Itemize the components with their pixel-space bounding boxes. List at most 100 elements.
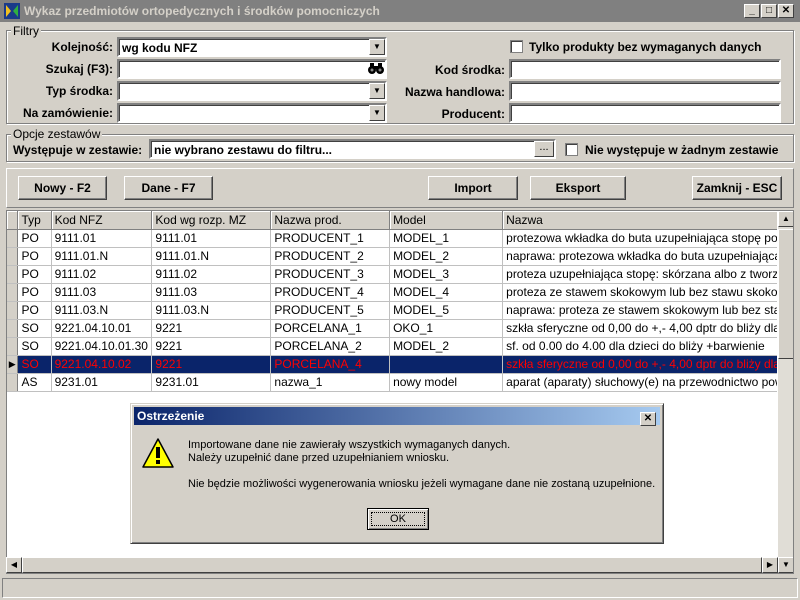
close-button[interactable]: Zamknij - ESC <box>692 176 782 200</box>
column-header[interactable]: Kod wg rozp. MZ <box>151 211 272 230</box>
search-input[interactable] <box>117 59 387 79</box>
horizontal-scrollbar[interactable]: ◀ ▶ <box>6 557 778 573</box>
table-row[interactable]: PO 9111.03 9111.03 PRODUCENT_4 MODEL_4 protez… <box>7 283 793 302</box>
table-row[interactable]: PO 9111.01 9111.01 PRODUCENT_1 MODEL_1 protez… <box>7 229 793 248</box>
table-cell[interactable]: PORCELANA_2 <box>270 337 391 356</box>
horizontal-scroll-thumb[interactable] <box>22 557 762 573</box>
maximize-button[interactable]: □ <box>761 4 777 18</box>
table-row[interactable]: PO 9111.02 9111.02 PRODUCENT_3 MODEL_3 protez… <box>7 265 793 284</box>
scroll-up-button[interactable]: ▲ <box>778 211 793 227</box>
table-cell[interactable]: PORCELANA_4 <box>270 355 391 374</box>
minimize-button[interactable]: _ <box>744 4 760 18</box>
table-cell[interactable]: PRODUCENT_4 <box>270 283 391 302</box>
new-button[interactable]: Nowy - F2 <box>18 176 107 200</box>
export-button[interactable]: Eksport <box>530 176 626 200</box>
order-request-select[interactable] <box>117 103 387 123</box>
table-cell[interactable]: naprawa: proteza ze stawem skokowym lub … <box>502 301 793 320</box>
scroll-left-button[interactable]: ◀ <box>6 557 22 573</box>
table-row[interactable]: AS 9231.01 9231.01 nazwa_1 nowy model aparat … <box>7 373 793 392</box>
scroll-thumb[interactable] <box>778 229 793 359</box>
table-cell[interactable]: MODEL_2 <box>389 337 504 356</box>
table-cell[interactable]: PO <box>17 247 52 266</box>
scroll-down-button[interactable]: ▼ <box>778 557 793 573</box>
table-cell[interactable]: SO <box>17 355 52 374</box>
scroll-right-button[interactable]: ▶ <box>762 557 778 573</box>
table-cell[interactable]: MODEL_2 <box>389 247 504 266</box>
table-cell[interactable]: PO <box>17 229 52 248</box>
table-row[interactable]: PO 9111.03.N 9111.03.N PRODUCENT_5 MODEL_5 na… <box>7 301 793 320</box>
table-cell[interactable]: SO <box>17 337 52 356</box>
only-missing-checkbox[interactable] <box>510 40 523 53</box>
table-cell[interactable]: PRODUCENT_3 <box>270 265 391 284</box>
type-dropdown-button[interactable]: ▼ <box>369 83 385 99</box>
table-cell[interactable]: PO <box>17 265 52 284</box>
table-cell[interactable]: 9111.03.N <box>151 301 272 320</box>
table-cell[interactable]: PO <box>17 283 52 302</box>
column-header[interactable]: Model <box>389 211 504 230</box>
not-in-any-set-checkbox[interactable] <box>565 143 578 156</box>
table-cell[interactable]: 9111.01 <box>51 229 153 248</box>
table-cell[interactable]: 9111.03.N <box>51 301 153 320</box>
import-button[interactable]: Import <box>428 176 518 200</box>
browse-sets-button[interactable]: ... <box>534 141 554 157</box>
table-cell[interactable]: PRODUCENT_2 <box>270 247 391 266</box>
column-header[interactable]: Nazwa prod. <box>270 211 391 230</box>
table-cell[interactable]: 9221.04.10.02 <box>51 355 153 374</box>
table-cell[interactable]: proteza ze stawem skokowym lub bez stawu… <box>502 283 793 302</box>
table-cell[interactable]: MODEL_5 <box>389 301 504 320</box>
table-cell[interactable]: nazwa_1 <box>270 373 391 392</box>
table-cell[interactable]: MODEL_3 <box>389 265 504 284</box>
column-header[interactable]: Kod NFZ <box>51 211 153 230</box>
table-cell[interactable]: 9221.04.10.01 <box>51 319 153 338</box>
code-input[interactable] <box>509 59 781 79</box>
table-row[interactable]: SO 9221.04.10.01.30 9221 PORCELANA_2 MODEL_2… <box>7 337 793 356</box>
table-cell[interactable]: 9231.01 <box>51 373 153 392</box>
table-cell[interactable]: 9111.01 <box>151 229 272 248</box>
table-cell[interactable]: MODEL_4 <box>389 283 504 302</box>
table-cell[interactable]: szkła sferyczne od 0,00 do +,- 4,00 dptr… <box>502 319 793 338</box>
in-set-input[interactable]: nie wybrano zestawu do filtru... <box>149 139 556 159</box>
table-cell[interactable]: 9221.04.10.01.30 <box>51 337 153 356</box>
vertical-scrollbar[interactable]: ▲ ▼ <box>777 211 793 573</box>
order-dropdown-button[interactable]: ▼ <box>369 39 385 55</box>
order-select[interactable]: wg kodu NFZ <box>117 37 387 57</box>
table-cell[interactable]: 9111.03 <box>151 283 272 302</box>
close-window-button[interactable]: ✕ <box>778 4 794 18</box>
table-cell[interactable]: 9111.03 <box>51 283 153 302</box>
table-cell[interactable]: OKO_1 <box>389 319 504 338</box>
trade-name-input[interactable] <box>509 81 781 101</box>
table-cell[interactable]: naprawa: protezowa wkładka do buta uzupe… <box>502 247 793 266</box>
table-row[interactable]: SO 9221.04.10.01 9221 PORCELANA_1 OKO_1 szkła… <box>7 319 793 338</box>
table-cell[interactable]: 9111.02 <box>51 265 153 284</box>
table-cell[interactable]: SO <box>17 319 52 338</box>
table-cell[interactable]: sf. od 0.00 do 4.00 dla dzieci do bliży … <box>502 337 793 356</box>
table-cell[interactable]: protezowa wkładka do buta uzupełniająca … <box>502 229 793 248</box>
type-select[interactable] <box>117 81 387 101</box>
table-cell[interactable]: 9111.02 <box>151 265 272 284</box>
table-cell[interactable]: szkła sferyczne od 0,00 do +,- 4,00 dptr… <box>502 355 793 374</box>
table-cell[interactable]: MODEL_1 <box>389 229 504 248</box>
table-cell[interactable]: PRODUCENT_5 <box>270 301 391 320</box>
ok-button[interactable]: OK <box>367 508 429 530</box>
table-cell[interactable]: PO <box>17 301 52 320</box>
table-cell[interactable]: 9231.01 <box>151 373 272 392</box>
table-cell[interactable]: proteza uzupełniająca stopę: skórzana al… <box>502 265 793 284</box>
producer-input[interactable] <box>509 103 781 123</box>
table-cell[interactable]: aparat (aparaty) słuchowy(e) na przewodn… <box>502 373 793 392</box>
table-row[interactable]: ▶ SO 9221.04.10.02 9221 PORCELANA_4 szkła sfe… <box>7 355 793 374</box>
data-button[interactable]: Dane - F7 <box>124 176 213 200</box>
table-cell[interactable]: 9111.01.N <box>51 247 153 266</box>
column-header[interactable]: Typ <box>17 211 52 230</box>
table-cell[interactable]: AS <box>17 373 52 392</box>
table-cell[interactable]: 9221 <box>151 337 272 356</box>
table-cell[interactable]: 9221 <box>151 319 272 338</box>
table-cell[interactable]: 9111.01.N <box>151 247 272 266</box>
order-request-dropdown-button[interactable]: ▼ <box>369 105 385 121</box>
table-cell[interactable]: PRODUCENT_1 <box>270 229 391 248</box>
table-cell[interactable]: 9221 <box>151 355 272 374</box>
table-row[interactable]: PO 9111.01.N 9111.01.N PRODUCENT_2 MODEL_2 na… <box>7 247 793 266</box>
binoculars-icon[interactable] <box>367 61 385 76</box>
table-cell[interactable]: PORCELANA_1 <box>270 319 391 338</box>
table-cell[interactable] <box>389 355 504 374</box>
column-header[interactable]: Nazwa <box>502 211 793 230</box>
